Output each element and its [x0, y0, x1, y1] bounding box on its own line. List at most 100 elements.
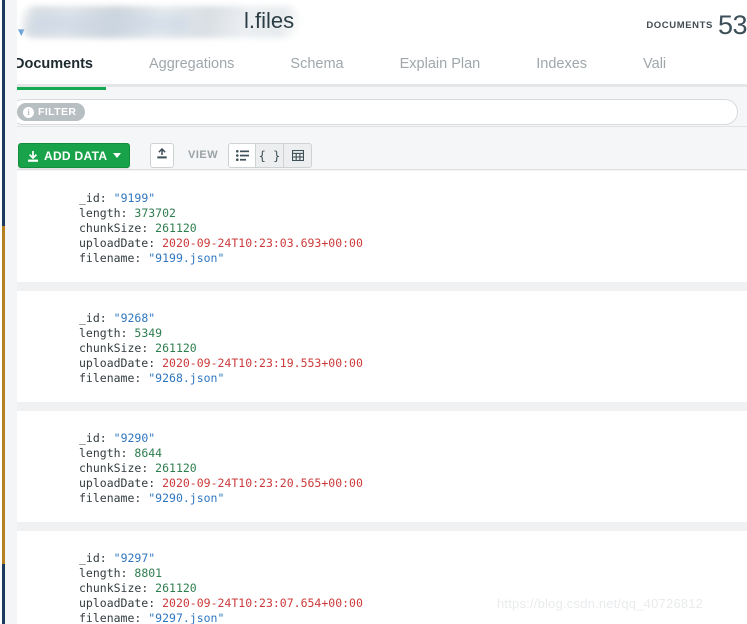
field-key: chunkSize	[79, 341, 142, 355]
json-view-button[interactable]: { }	[256, 143, 284, 168]
field-value: 373702	[134, 206, 176, 220]
field-key: _id	[79, 311, 100, 325]
tab-documents-label: Documents	[14, 56, 93, 72]
field-value: 2020-09-24T10:23:07.654+00:00	[162, 596, 363, 610]
field-value: 261120	[155, 341, 197, 355]
field-value: 2020-09-24T10:23:20.565+00:00	[162, 476, 363, 490]
field-key: chunkSize	[79, 221, 142, 235]
field-key: uploadDate	[79, 596, 149, 610]
tab-aggregations[interactable]: Aggregations	[149, 45, 234, 87]
export-upload-icon	[156, 147, 168, 165]
filter-input[interactable]	[10, 99, 738, 125]
info-icon: i	[23, 106, 34, 118]
list-view-button[interactable]	[228, 143, 256, 168]
tab-explain-plan[interactable]: Explain Plan	[400, 45, 481, 87]
document-field: chunkSize: 261120	[79, 461, 197, 475]
field-value: "9290"	[113, 431, 156, 445]
window-edge-accent-middle	[2, 226, 5, 564]
field-value: 8644	[134, 446, 163, 460]
document-field: uploadDate: 2020-09-24T10:23:07.654+00:0…	[79, 596, 363, 610]
tab-validation-label: Vali	[643, 56, 667, 72]
tab-aggregations-label: Aggregations	[148, 56, 235, 72]
field-key: _id	[79, 191, 100, 205]
field-value: 2020-09-24T10:23:03.693+00:00	[162, 236, 363, 250]
document-field: _id: "9199"	[79, 191, 156, 205]
document-field: filename: "9297.json"	[79, 611, 225, 624]
field-key: uploadDate	[79, 236, 149, 250]
documents-count-group: DOCUMENTS 53	[646, 10, 747, 41]
json-view-icon: { }	[258, 148, 281, 163]
documents-list[interactable]: _id: "9199" length: 373702 chunkSize: 26…	[17, 171, 747, 624]
document-field: filename: "9290.json"	[79, 491, 225, 505]
documents-count-value: 53	[717, 10, 747, 40]
field-key: length	[79, 446, 121, 460]
field-key: length	[79, 566, 121, 580]
document-field: _id: "9290"	[79, 431, 156, 445]
document-field: _id: "9297"	[79, 551, 156, 565]
tab-validation[interactable]: Vali	[643, 45, 666, 87]
document-field: filename: "9199.json"	[79, 251, 225, 265]
field-key: _id	[79, 551, 100, 565]
view-mode-group: { }	[228, 143, 312, 168]
field-value: "9290.json"	[148, 491, 225, 505]
tab-indexes-label: Indexes	[536, 56, 588, 72]
document-field: uploadDate: 2020-09-24T10:23:03.693+00:0…	[79, 236, 363, 250]
field-key: filename	[79, 491, 135, 505]
field-value: 8801	[134, 566, 163, 580]
document-card[interactable]: _id: "9297" length: 8801 chunkSize: 2611…	[17, 531, 747, 624]
filter-pill-label: FILTER	[38, 106, 77, 118]
field-value: 261120	[155, 221, 197, 235]
document-field: length: 8644	[79, 446, 163, 460]
add-data-label: ADD DATA	[44, 148, 108, 163]
tab-explain-plan-label: Explain Plan	[399, 56, 481, 72]
collection-title-suffix: l.files	[244, 8, 295, 33]
field-value: 5349	[134, 326, 163, 340]
field-value: 261120	[155, 461, 197, 475]
collection-header: ▾ l.files DOCUMENTS 53	[0, 0, 747, 45]
redaction-blur-overlay-secondary	[30, 14, 190, 34]
document-field: filename: "9268.json"	[79, 371, 225, 385]
document-card[interactable]: _id: "9290" length: 8644 chunkSize: 2611…	[17, 411, 747, 522]
tab-indexes[interactable]: Indexes	[536, 45, 587, 87]
list-view-icon	[235, 150, 249, 161]
window-left-edge	[0, 0, 17, 624]
field-key: _id	[79, 431, 100, 445]
tab-documents[interactable]: Documents	[1, 45, 106, 90]
add-data-button[interactable]: ADD DATA	[18, 143, 131, 168]
document-field: chunkSize: 261120	[79, 581, 197, 595]
field-value: "9268.json"	[148, 371, 225, 385]
window-edge-accent-top	[2, 0, 5, 226]
chevron-down-icon	[113, 153, 122, 158]
field-value: 261120	[155, 581, 197, 595]
field-value: "9297.json"	[148, 611, 225, 624]
document-field: chunkSize: 261120	[79, 341, 197, 355]
document-card[interactable]: _id: "9268" length: 5349 chunkSize: 2611…	[17, 291, 747, 402]
tab-schema[interactable]: Schema	[290, 45, 343, 87]
field-key: filename	[79, 251, 135, 265]
collection-chevron-icon[interactable]: ▾	[18, 25, 30, 38]
tab-list: Documents Aggregations Schema Explain Pl…	[1, 45, 722, 90]
field-value: "9199"	[113, 191, 156, 205]
download-icon	[27, 150, 39, 162]
filter-pill[interactable]: i FILTER	[17, 103, 86, 121]
table-view-button[interactable]	[284, 143, 312, 168]
document-field: chunkSize: 261120	[79, 221, 197, 235]
field-key: filename	[79, 611, 135, 624]
documents-count-label: DOCUMENTS	[646, 20, 713, 31]
field-key: uploadDate	[79, 356, 149, 370]
document-field: length: 373702	[79, 206, 176, 220]
document-card[interactable]: _id: "9199" length: 373702 chunkSize: 26…	[17, 171, 747, 282]
window-left-edge-inner	[5, 0, 17, 624]
collection-tabbar: Documents Aggregations Schema Explain Pl…	[0, 45, 747, 90]
document-field: uploadDate: 2020-09-24T10:23:20.565+00:0…	[79, 476, 363, 490]
field-key: length	[79, 206, 121, 220]
field-value: "9268"	[113, 311, 156, 325]
tab-schema-label: Schema	[290, 56, 344, 72]
mongodb-compass-window: ▾ l.files DOCUMENTS 53 Documents Aggregat…	[0, 0, 747, 624]
field-key: chunkSize	[79, 461, 142, 475]
field-value: "9297"	[113, 551, 156, 565]
document-field: _id: "9268"	[79, 311, 156, 325]
export-button[interactable]	[150, 143, 174, 168]
window-edge-accent-bottom	[2, 564, 5, 624]
field-key: uploadDate	[79, 476, 149, 490]
